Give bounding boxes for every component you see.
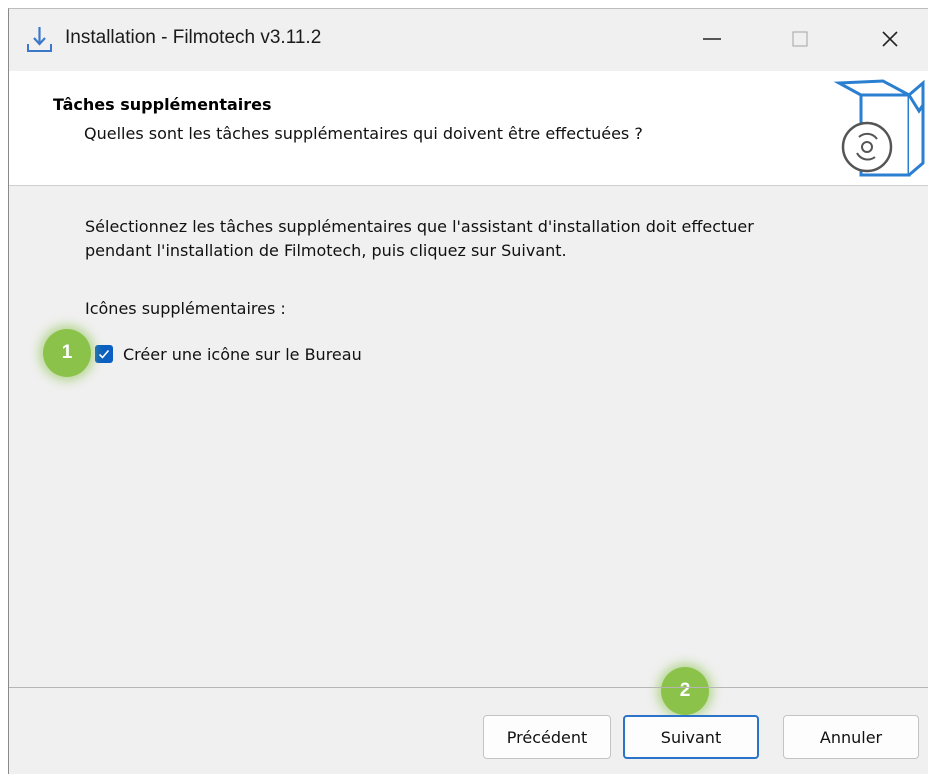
maximize-button[interactable] <box>777 19 823 59</box>
minimize-button[interactable] <box>689 19 735 59</box>
description-line-1: Sélectionnez les tâches supplémentaires … <box>85 217 754 236</box>
cancel-button[interactable]: Annuler <box>783 715 919 759</box>
page-title: Tâches supplémentaires <box>53 95 272 114</box>
close-icon <box>882 31 898 47</box>
task-description: Sélectionnez les tâches supplémentaires … <box>85 215 885 263</box>
previous-button[interactable]: Précédent <box>483 715 611 759</box>
step-badge-2: 2 <box>661 667 709 715</box>
wizard-header: Tâches supplémentaires Quelles sont les … <box>9 71 928 186</box>
checkmark-icon <box>98 349 110 359</box>
window-title: Installation - Filmotech v3.11.2 <box>65 27 322 48</box>
title-bar: Installation - Filmotech v3.11.2 <box>9 9 928 71</box>
group-label: Icônes supplémentaires : <box>85 299 286 318</box>
footer-divider <box>9 687 928 688</box>
box-disc-icon <box>833 79 925 177</box>
desktop-icon-option[interactable]: Créer une icône sur le Bureau <box>95 343 362 365</box>
next-button[interactable]: Suivant <box>623 715 759 759</box>
step-badge-1: 1 <box>43 329 91 377</box>
description-line-2: pendant l'installation de Filmotech, pui… <box>85 241 567 260</box>
page-subtitle: Quelles sont les tâches supplémentaires … <box>84 124 643 143</box>
close-button[interactable] <box>867 19 913 59</box>
maximize-icon <box>792 31 808 47</box>
desktop-icon-label: Créer une icône sur le Bureau <box>123 344 362 364</box>
minimize-icon <box>703 38 721 40</box>
installer-window: Installation - Filmotech v3.11.2 Tâches … <box>8 8 928 774</box>
desktop-icon-checkbox[interactable] <box>95 345 113 363</box>
install-download-icon <box>27 27 52 52</box>
